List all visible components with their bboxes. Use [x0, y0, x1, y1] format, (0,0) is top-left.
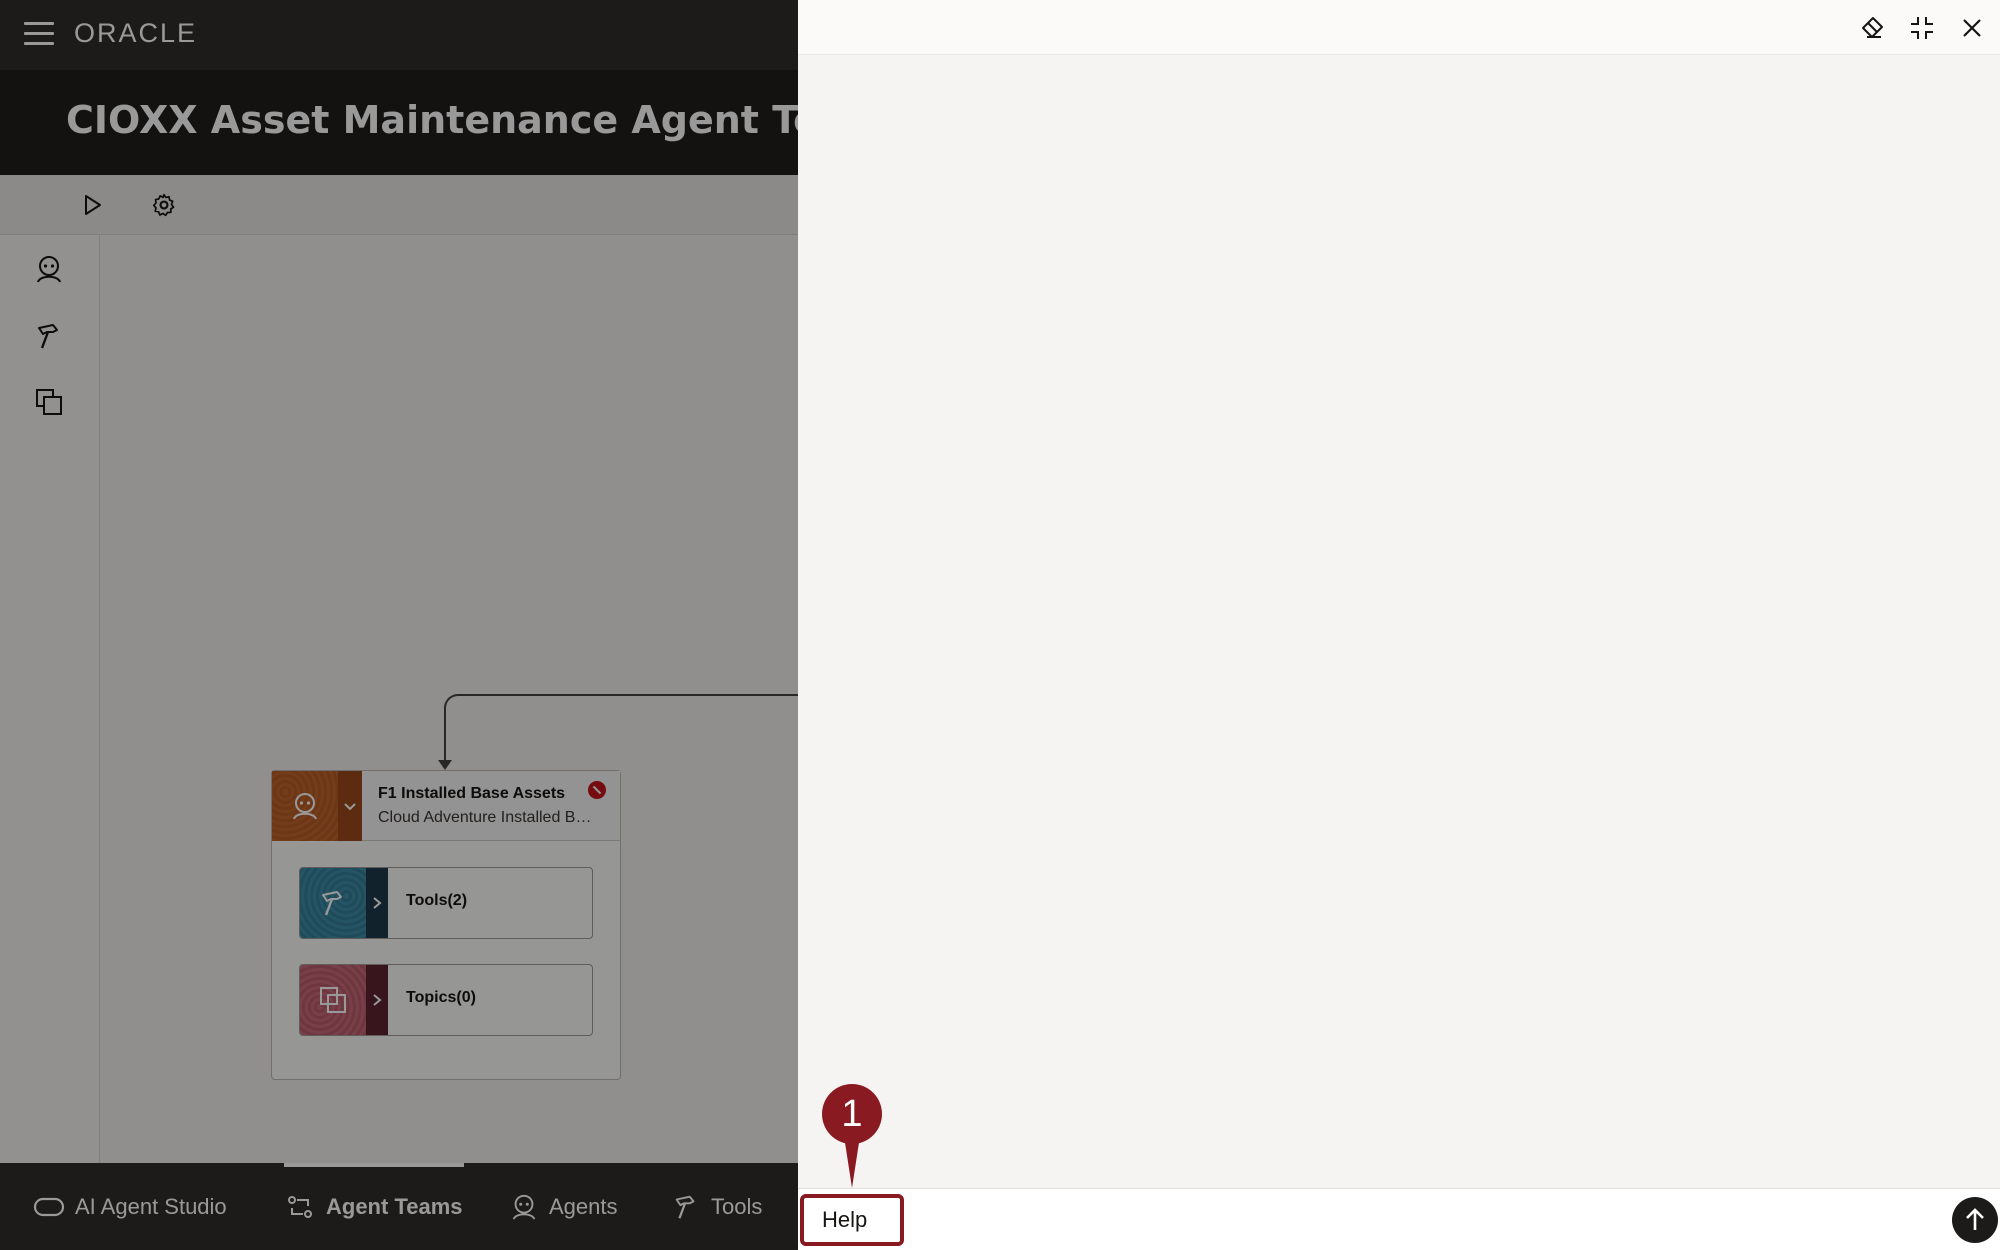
- close-icon[interactable]: [1954, 10, 1990, 46]
- help-input[interactable]: Help: [800, 1194, 904, 1246]
- help-panel: Help: [798, 0, 2000, 1250]
- minimize-collapse-icon[interactable]: [1904, 10, 1940, 46]
- agent-studio-app: ORACLE CIOXX Asset Maintenance Agent Tea…: [0, 0, 798, 1250]
- step-callout-marker: 1: [822, 1084, 882, 1188]
- modal-dim-overlay: [0, 0, 798, 1250]
- help-panel-footer: Help: [798, 1188, 2000, 1250]
- send-arrow-up-icon[interactable]: [1952, 1197, 1998, 1243]
- help-panel-header: [798, 0, 2000, 55]
- eraser-clear-icon[interactable]: [1854, 10, 1890, 46]
- callout-number: 1: [822, 1084, 882, 1144]
